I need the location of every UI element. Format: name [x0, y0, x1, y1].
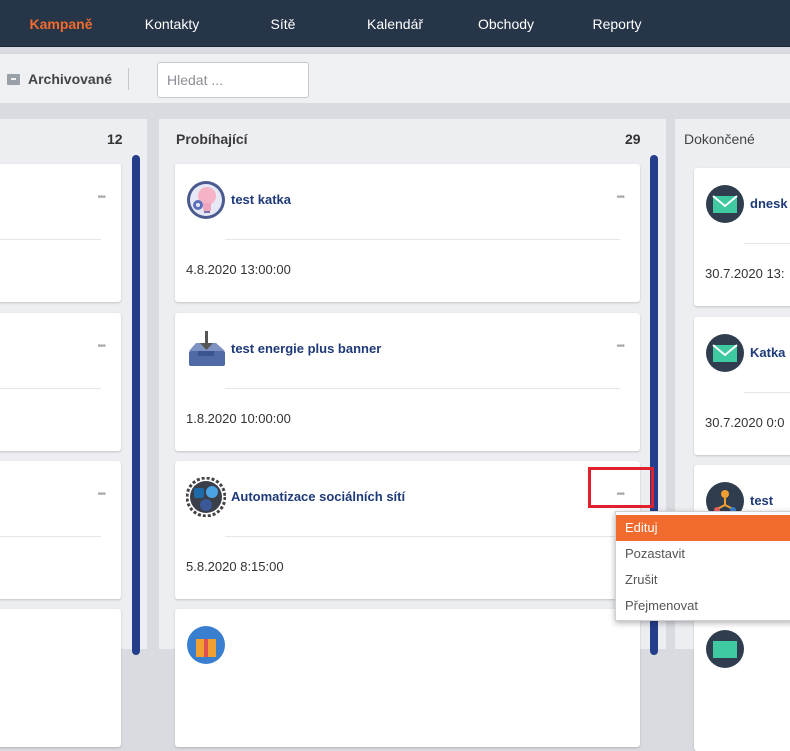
- archived-label: Archivované: [28, 71, 113, 87]
- card-divider: [0, 388, 101, 389]
- nav-item-kalendar[interactable]: Kalendář: [367, 16, 423, 32]
- envelope-icon: [706, 185, 744, 223]
- campaign-card[interactable]: [175, 609, 640, 747]
- card-date: 1.8.2020 10:00:00: [186, 411, 291, 426]
- card-menu-button[interactable]: •••: [97, 192, 105, 203]
- inbox-download-icon: [189, 331, 225, 366]
- card-menu-button[interactable]: •••: [97, 341, 105, 352]
- card-date: 4.8.2020 13:00:00: [186, 262, 291, 277]
- nav-item-kontakty[interactable]: Kontakty: [145, 16, 199, 32]
- card-menu-button[interactable]: •••: [616, 341, 624, 352]
- card-divider: [225, 388, 620, 389]
- nav-item-reporty[interactable]: Reporty: [592, 16, 641, 32]
- campaign-card[interactable]: Katka 30.7.2020 0:0: [694, 317, 790, 455]
- card-menu-button[interactable]: •••: [616, 192, 624, 203]
- toolbar: Archivované: [0, 53, 790, 103]
- campaign-card[interactable]: Automatizace sociálních sítí ••• 5.8.202…: [175, 461, 640, 599]
- campaign-card[interactable]: dnesk 30.7.2020 13:: [694, 168, 790, 306]
- highlight-box: [588, 467, 654, 508]
- card-date: 30.7.2020 0:0: [705, 415, 785, 430]
- card-divider: [225, 239, 620, 240]
- card-divider: [225, 536, 620, 537]
- campaign-card[interactable]: •••: [0, 164, 121, 302]
- column-count: 12: [107, 131, 123, 147]
- nav-item-site[interactable]: Sítě: [271, 16, 296, 32]
- nav-item-kampane[interactable]: Kampaně: [29, 16, 92, 32]
- card-title[interactable]: test: [750, 493, 773, 508]
- card-divider: [744, 243, 790, 244]
- campaign-card[interactable]: test energie plus banner ••• 1.8.2020 10…: [175, 313, 640, 451]
- menu-item-pause[interactable]: Pozastavit: [616, 541, 790, 567]
- social-gear-icon: [186, 477, 226, 517]
- card-divider: [744, 392, 790, 393]
- card-menu-button[interactable]: •••: [97, 489, 105, 500]
- card-title[interactable]: Automatizace sociálních sítí: [231, 489, 405, 504]
- campaign-card[interactable]: •••: [0, 313, 121, 451]
- card-context-menu: Edituj Pozastavit Zrušit Přejmenovat: [615, 511, 790, 621]
- archived-filter-button[interactable]: Archivované: [7, 71, 112, 87]
- toolbar-divider: [128, 68, 129, 90]
- menu-item-cancel[interactable]: Zrušit: [616, 567, 790, 593]
- kanban-column-planned: 12 ••• ••• •••: [0, 119, 147, 747]
- envelope-icon: [706, 630, 744, 668]
- card-divider: [0, 239, 101, 240]
- campaign-card[interactable]: [694, 613, 790, 751]
- menu-item-edit[interactable]: Edituj: [616, 515, 790, 541]
- card-divider: [0, 536, 101, 537]
- campaign-card[interactable]: test katka ••• 4.8.2020 13:00:00: [175, 164, 640, 302]
- campaign-card[interactable]: [0, 609, 121, 747]
- column-count: 29: [625, 131, 641, 147]
- menu-item-rename[interactable]: Přejmenovat: [616, 593, 790, 619]
- archive-box-icon: [7, 73, 20, 85]
- card-date: 30.7.2020 13:: [705, 266, 785, 281]
- column-title: Dokončené: [684, 131, 755, 147]
- card-title[interactable]: test katka: [231, 192, 291, 207]
- campaign-card[interactable]: •••: [0, 461, 121, 599]
- column-scrollbar[interactable]: [132, 155, 140, 655]
- column-title: Probíhající: [176, 131, 248, 147]
- card-title[interactable]: Katka: [750, 345, 785, 360]
- envelope-icon: [706, 334, 744, 372]
- lightbulb-gear-icon: [187, 181, 225, 219]
- search-input[interactable]: [157, 62, 309, 98]
- card-title[interactable]: test energie plus banner: [231, 341, 381, 356]
- card-title[interactable]: dnesk: [750, 196, 788, 211]
- nav-item-obchody[interactable]: Obchody: [478, 16, 534, 32]
- kanban-column-in-progress: Probíhající 29 test katka ••• 4.8.2020 1…: [159, 119, 666, 747]
- card-date: 5.8.2020 8:15:00: [186, 559, 284, 574]
- top-navigation: Kampaně Kontakty Sítě Kalendář Obchody R…: [0, 0, 790, 47]
- gift-icon: [187, 626, 225, 664]
